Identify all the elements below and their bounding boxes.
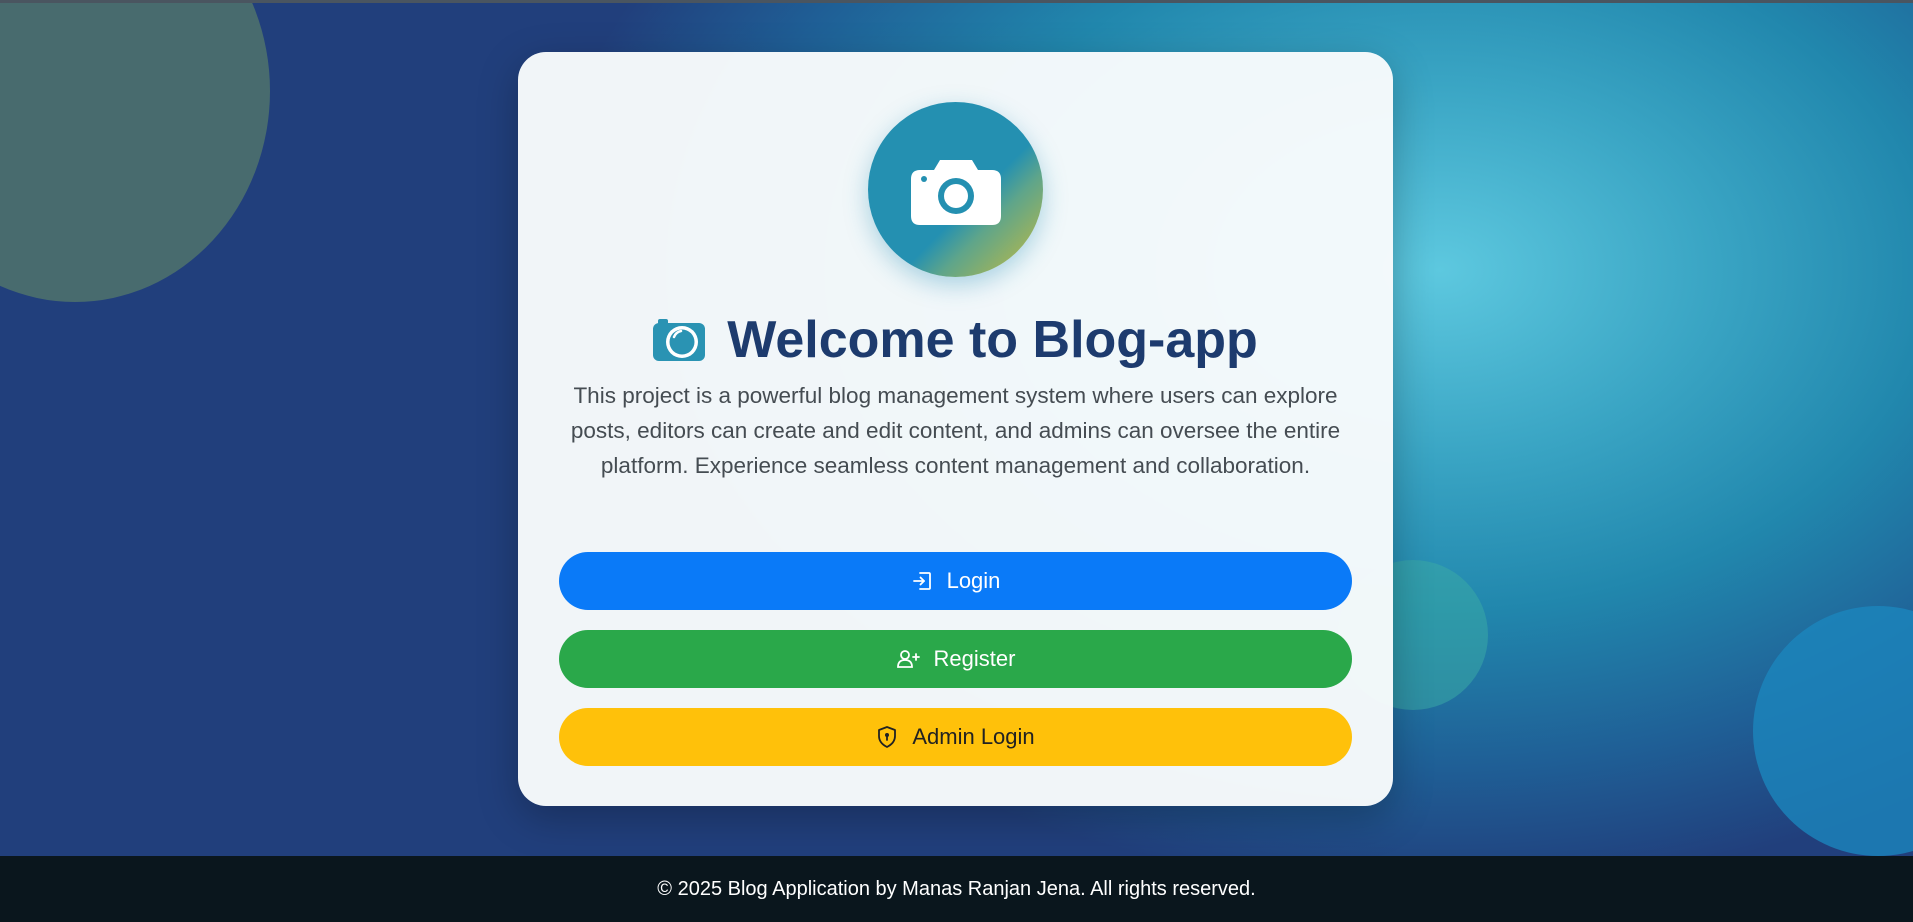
page-title: Welcome to Blog-app (727, 311, 1258, 369)
admin-login-button-label: Admin Login (912, 724, 1035, 749)
login-button-label: Login (946, 568, 1001, 593)
project-description: This project is a powerful blog manageme… (570, 383, 1341, 478)
login-button[interactable]: Login (559, 552, 1352, 610)
camera-retro-icon (653, 319, 706, 361)
camera-icon (910, 159, 1001, 225)
logo-badge (868, 102, 1043, 277)
decorative-circle (0, 0, 270, 302)
footer-copyright: © 2025 Blog Application by Manas Ranjan … (657, 877, 1256, 900)
welcome-card: Welcome to Blog-app This project is a po… (518, 52, 1393, 806)
page-footer: © 2025 Blog Application by Manas Ranjan … (0, 856, 1913, 922)
decorative-circle (1753, 606, 1913, 856)
register-button[interactable]: Register (559, 630, 1352, 688)
register-button-label: Register (933, 646, 1016, 671)
admin-login-button[interactable]: Admin Login (559, 708, 1352, 766)
shield-lock-icon (878, 726, 897, 748)
window-top-border (0, 0, 1913, 3)
hero-section: Welcome to Blog-app This project is a po… (0, 0, 1913, 856)
person-plus-icon (896, 650, 920, 668)
sign-in-icon (912, 572, 931, 590)
title-row: Welcome to Blog-app (518, 300, 1393, 380)
